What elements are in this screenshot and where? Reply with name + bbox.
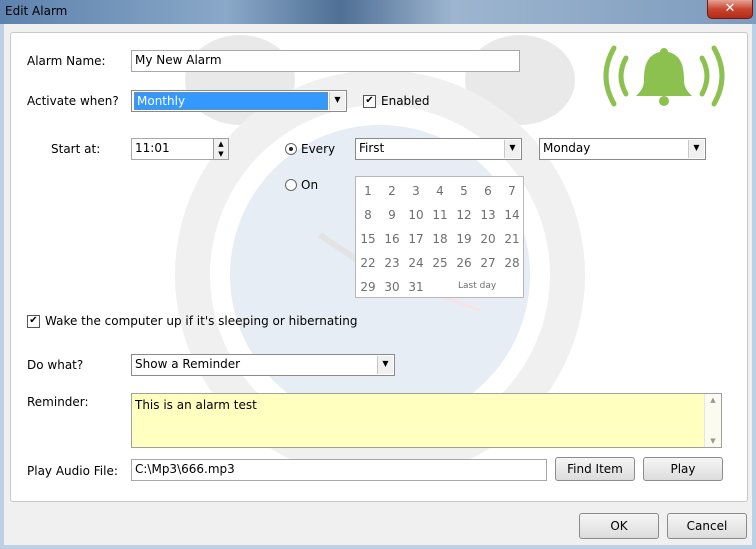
calendar-day[interactable]: 19 bbox=[452, 232, 476, 246]
calendar-day[interactable]: 7 bbox=[500, 184, 524, 198]
do-what-select[interactable]: Show a Reminder ▼ bbox=[131, 354, 395, 376]
calendar-day[interactable]: 21 bbox=[500, 232, 524, 246]
calendar-day[interactable]: 25 bbox=[428, 256, 452, 270]
audio-file-label: Play Audio File: bbox=[27, 464, 118, 478]
window-title: Edit Alarm bbox=[5, 4, 68, 18]
alarm-name-input[interactable]: My New Alarm bbox=[131, 50, 520, 72]
start-time-input[interactable]: 11:01 bbox=[131, 138, 214, 160]
reminder-textarea[interactable]: This is an alarm test ▲ ▼ bbox=[131, 393, 722, 448]
bell-ringing-icon bbox=[603, 45, 725, 107]
calendar-day[interactable]: 15 bbox=[356, 232, 380, 246]
scroll-down-icon[interactable]: ▼ bbox=[705, 435, 721, 447]
chevron-down-icon[interactable]: ▼ bbox=[377, 356, 393, 374]
calendar-day[interactable]: 23 bbox=[380, 256, 404, 270]
wake-computer-checkbox[interactable]: ✔ bbox=[27, 315, 40, 328]
ok-button[interactable]: OK bbox=[579, 513, 659, 539]
play-button[interactable]: Play bbox=[643, 457, 723, 481]
calendar-day[interactable]: 29 bbox=[356, 280, 380, 294]
reminder-text: This is an alarm test bbox=[135, 398, 257, 412]
calendar-day[interactable]: 5 bbox=[452, 184, 476, 198]
calendar-day[interactable]: 16 bbox=[380, 232, 404, 246]
calendar-day[interactable]: 12 bbox=[452, 208, 476, 222]
activate-when-value: Monthly bbox=[134, 92, 328, 110]
scroll-up-icon[interactable]: ▲ bbox=[705, 394, 721, 406]
calendar-day[interactable]: 20 bbox=[476, 232, 500, 246]
do-what-label: Do what? bbox=[27, 358, 84, 372]
spin-up-icon[interactable]: ▲ bbox=[214, 139, 228, 149]
ordinal-select[interactable]: First ▼ bbox=[355, 138, 522, 160]
calendar-day[interactable]: 14 bbox=[500, 208, 524, 222]
ordinal-value: First bbox=[359, 141, 385, 155]
calendar-day[interactable]: 1 bbox=[356, 184, 380, 198]
calendar-day[interactable]: 10 bbox=[404, 208, 428, 222]
chevron-down-icon[interactable]: ▼ bbox=[688, 140, 704, 158]
on-radio[interactable] bbox=[285, 179, 297, 191]
every-radio[interactable] bbox=[285, 143, 297, 155]
calendar-day[interactable]: 4 bbox=[428, 184, 452, 198]
calendar-day[interactable]: 11 bbox=[428, 208, 452, 222]
calendar-day[interactable]: 9 bbox=[380, 208, 404, 222]
calendar-day[interactable]: 18 bbox=[428, 232, 452, 246]
weekday-select[interactable]: Monday ▼ bbox=[539, 138, 706, 160]
calendar-day[interactable]: 6 bbox=[476, 184, 500, 198]
do-what-value: Show a Reminder bbox=[135, 357, 241, 371]
start-at-label: Start at: bbox=[51, 142, 101, 156]
calendar-day[interactable]: 31 bbox=[404, 280, 428, 294]
enabled-checkbox[interactable]: ✔ bbox=[363, 95, 376, 108]
activate-when-select[interactable]: Monthly ▼ bbox=[131, 90, 347, 112]
on-label: On bbox=[301, 178, 319, 192]
weekday-value: Monday bbox=[543, 141, 591, 155]
every-label: Every bbox=[301, 142, 336, 156]
calendar-day[interactable]: 26 bbox=[452, 256, 476, 270]
title-bar: Edit Alarm ✕ bbox=[0, 0, 756, 24]
last-day-option[interactable]: Last day bbox=[458, 281, 496, 291]
find-item-button[interactable]: Find Item bbox=[555, 457, 635, 481]
calendar-day[interactable]: 27 bbox=[476, 256, 500, 270]
calendar-day[interactable]: 3 bbox=[404, 184, 428, 198]
enabled-label: Enabled bbox=[381, 94, 430, 108]
calendar-day[interactable]: 2 bbox=[380, 184, 404, 198]
calendar-day[interactable]: 22 bbox=[356, 256, 380, 270]
alarm-name-label: Alarm Name: bbox=[27, 54, 106, 68]
reminder-scrollbar[interactable]: ▲ ▼ bbox=[704, 394, 721, 447]
calendar-day[interactable]: 13 bbox=[476, 208, 500, 222]
activate-when-label: Activate when? bbox=[27, 94, 119, 108]
chevron-down-icon[interactable]: ▼ bbox=[504, 140, 520, 158]
cancel-button[interactable]: Cancel bbox=[667, 513, 747, 539]
wake-computer-label: Wake the computer up if it's sleeping or… bbox=[45, 314, 358, 328]
calendar-day[interactable]: 28 bbox=[500, 256, 524, 270]
day-of-month-grid: 1 2 3 4 5 6 7 8 9 10 11 12 13 14 15 16 17 18 19 20 21 22 23 24 2… bbox=[355, 176, 524, 298]
spin-down-icon[interactable]: ▼ bbox=[214, 149, 228, 159]
close-button[interactable]: ✕ bbox=[707, 0, 753, 19]
chevron-down-icon[interactable]: ▼ bbox=[329, 92, 345, 110]
reminder-label: Reminder: bbox=[27, 395, 89, 409]
calendar-day[interactable]: 8 bbox=[356, 208, 380, 222]
time-spinner[interactable]: ▲ ▼ bbox=[213, 138, 229, 160]
calendar-day[interactable]: 24 bbox=[404, 256, 428, 270]
calendar-day[interactable]: 30 bbox=[380, 280, 404, 294]
audio-file-input[interactable]: C:\Mp3\666.mp3 bbox=[131, 459, 547, 481]
calendar-day[interactable]: 17 bbox=[404, 232, 428, 246]
